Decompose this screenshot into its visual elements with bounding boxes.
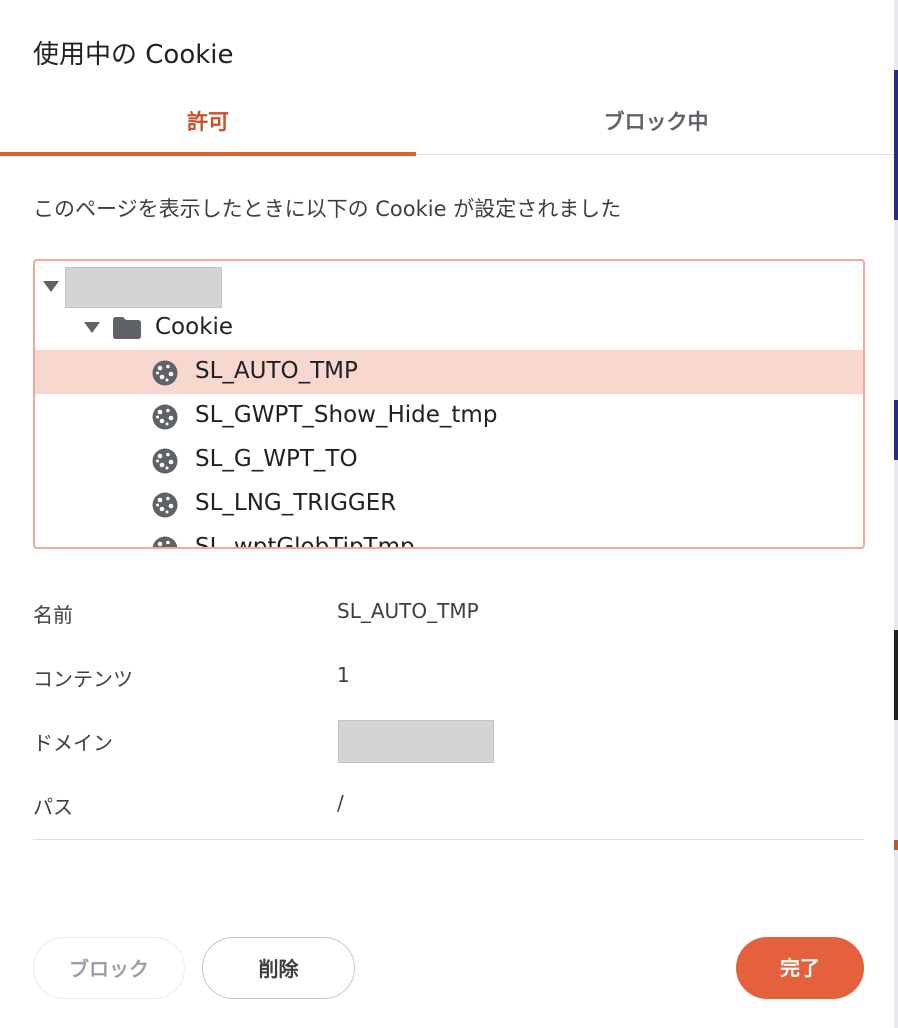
property-key-name: 名前 [33,603,73,627]
background-window-strip [894,400,898,460]
cookie-name: SL_LNG_TRIGGER [195,490,397,516]
cookie-name: SL_wptGlobTipTmp [195,534,415,549]
expand-triangle-icon[interactable] [84,322,100,333]
cookie-name: SL_G_WPT_TO [195,446,358,472]
cookie-tree[interactable]: Cookie SL_AUTO_TMP SL_GWPT_Show_Hide_tmp [33,259,865,549]
background-window-strip [894,70,898,220]
property-value-name: SL_AUTO_TMP [337,599,479,623]
cookie-properties: 名前 SL_AUTO_TMP コンテンツ 1 ドメイン パス / [33,592,864,840]
background-window-strip [894,840,898,850]
cookies-dialog: 使用中の Cookie 許可 ブロック中 このページを表示したときに以下の Co… [0,0,896,1028]
property-key-domain: ドメイン [33,731,113,755]
folder-icon [113,317,141,339]
cookie-row[interactable]: SL_wptGlobTipTmp [35,526,863,549]
redacted-domain-value [338,720,494,763]
property-key-path: パス [33,795,73,819]
cookie-icon [152,492,178,518]
redacted-site-name [65,267,222,308]
tree-folder-row[interactable]: Cookie [35,306,863,350]
cookie-row[interactable]: SL_LNG_TRIGGER [35,482,863,526]
cookies-description: このページを表示したときに以下の Cookie が設定されました [33,197,622,221]
cookie-icon [152,360,178,386]
folder-label: Cookie [155,314,234,340]
cookie-name: SL_GWPT_Show_Hide_tmp [195,402,498,428]
property-value-path: / [337,791,344,815]
tree-site-row[interactable] [35,265,863,309]
cookie-row-selected[interactable]: SL_AUTO_TMP [35,350,863,394]
delete-button[interactable]: 削除 [202,937,355,999]
background-window-strip [894,630,898,720]
property-key-content: コンテンツ [33,667,133,691]
cookie-row[interactable]: SL_G_WPT_TO [35,438,863,482]
cookie-icon [152,448,178,474]
tab-blocked[interactable]: ブロック中 [416,94,896,152]
done-button[interactable]: 完了 [736,937,864,999]
cookie-icon [152,404,178,430]
dialog-title: 使用中の Cookie [33,40,234,70]
cookie-name: SL_AUTO_TMP [195,358,358,384]
tab-bar: 許可 ブロック中 [0,94,896,156]
tab-allowed[interactable]: 許可 [0,94,416,156]
cookie-icon [152,536,178,547]
cookie-row[interactable]: SL_GWPT_Show_Hide_tmp [35,394,863,438]
expand-triangle-icon[interactable] [43,281,59,292]
block-button[interactable]: ブロック [33,937,185,999]
property-value-content: 1 [337,663,350,687]
